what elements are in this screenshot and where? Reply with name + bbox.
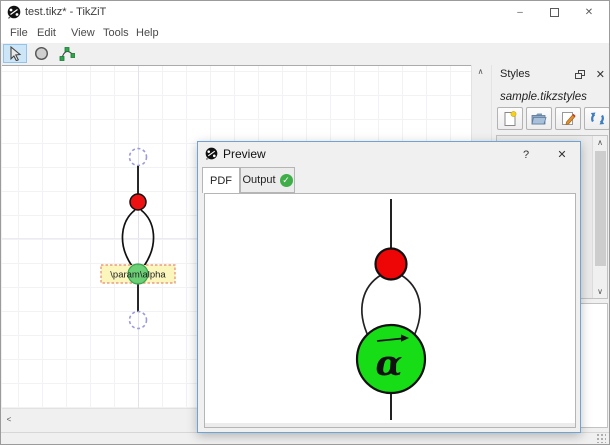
- preview-tab-bar: PDF Output ✓: [198, 167, 580, 193]
- red-node[interactable]: [129, 193, 147, 211]
- pdf-preview-pane: α: [204, 193, 576, 428]
- maximize-icon: [549, 7, 559, 17]
- minimize-button[interactable]: –: [505, 1, 535, 23]
- styles-panel-header[interactable]: Styles ✕: [492, 65, 609, 85]
- node-label-text[interactable]: \param\alpha: [110, 270, 166, 281]
- new-file-icon: [504, 110, 517, 126]
- tool-bar: [1, 43, 609, 64]
- preview-title-bar[interactable]: Preview ? ✕: [198, 142, 580, 167]
- edge-lens-left[interactable]: [121, 209, 136, 267]
- tikzit-logo-icon: [7, 5, 21, 19]
- window-title: test.tikz* - TikZiT: [25, 6, 107, 18]
- menu-view[interactable]: View: [71, 23, 95, 43]
- close-icon: ✕: [584, 6, 594, 18]
- status-bar: [1, 432, 609, 444]
- node-circle-icon: [34, 46, 48, 61]
- cursor-arrow-icon: [10, 46, 22, 61]
- scroll-up-icon[interactable]: ∧: [593, 136, 607, 149]
- menu-tools[interactable]: Tools: [103, 23, 129, 43]
- ghost-node-bottom[interactable]: [128, 310, 148, 330]
- scroll-left-icon[interactable]: <: [2, 412, 16, 427]
- maximize-button[interactable]: [539, 1, 569, 23]
- open-style-file-button[interactable]: [526, 107, 552, 130]
- preview-red-node: [374, 247, 408, 281]
- alpha-symbol: α: [376, 343, 403, 384]
- minimize-icon: –: [517, 6, 523, 18]
- select-tool-button[interactable]: [3, 44, 27, 63]
- preview-close-button[interactable]: ✕: [548, 142, 576, 167]
- scroll-down-icon[interactable]: ∨: [593, 285, 607, 298]
- refresh-styles-button[interactable]: [584, 107, 609, 130]
- tikzit-logo-icon: [205, 147, 218, 160]
- edge-tool-button[interactable]: [55, 44, 79, 63]
- tikzit-main-window: test.tikz* - TikZiT – ✕ File Edit View T…: [0, 0, 610, 445]
- refresh-icon: [590, 112, 604, 125]
- help-button[interactable]: ?: [512, 142, 540, 167]
- help-icon: ?: [522, 148, 530, 161]
- tikzstyles-filename: sample.tikzstyles: [500, 91, 587, 103]
- menu-file[interactable]: File: [10, 23, 28, 43]
- styles-panel-close-button[interactable]: ✕: [596, 68, 605, 81]
- edit-styles-button[interactable]: [555, 107, 581, 130]
- edge-path-icon: [59, 46, 75, 61]
- tab-output[interactable]: Output ✓: [240, 167, 295, 193]
- page-margin: [205, 423, 575, 427]
- tab-output-label: Output: [242, 174, 276, 186]
- node-tool-button[interactable]: [29, 44, 53, 63]
- ghost-node-top[interactable]: [128, 147, 148, 167]
- close-icon: ✕: [557, 149, 567, 161]
- resize-grip[interactable]: [596, 433, 606, 443]
- close-button[interactable]: ✕: [574, 1, 604, 23]
- success-check-icon: ✓: [279, 173, 293, 187]
- scroll-up-icon[interactable]: ∧: [472, 65, 489, 79]
- title-bar[interactable]: test.tikz* - TikZiT – ✕: [1, 1, 609, 23]
- menu-edit[interactable]: Edit: [37, 23, 56, 43]
- preview-dialog-title: Preview: [223, 147, 266, 161]
- preview-dialog: Preview ? ✕ PDF Output ✓ α: [197, 141, 581, 433]
- tab-pdf-label: PDF: [210, 174, 232, 187]
- open-folder-icon: [531, 113, 547, 125]
- node-styles-scrollbar[interactable]: ∧ ∨: [592, 136, 607, 298]
- menu-help[interactable]: Help: [136, 23, 159, 43]
- styles-panel-title: Styles: [500, 68, 530, 80]
- edge-lens-right[interactable]: [140, 209, 155, 267]
- menu-bar: File Edit View Tools Help: [1, 23, 609, 43]
- edit-pencil-icon: [561, 112, 576, 125]
- float-panel-icon[interactable]: [575, 70, 585, 79]
- scrollbar-thumb[interactable]: [595, 151, 606, 266]
- rendered-pdf-figure: α: [355, 199, 427, 420]
- tab-pdf[interactable]: PDF: [202, 167, 240, 193]
- new-style-file-button[interactable]: [497, 107, 523, 130]
